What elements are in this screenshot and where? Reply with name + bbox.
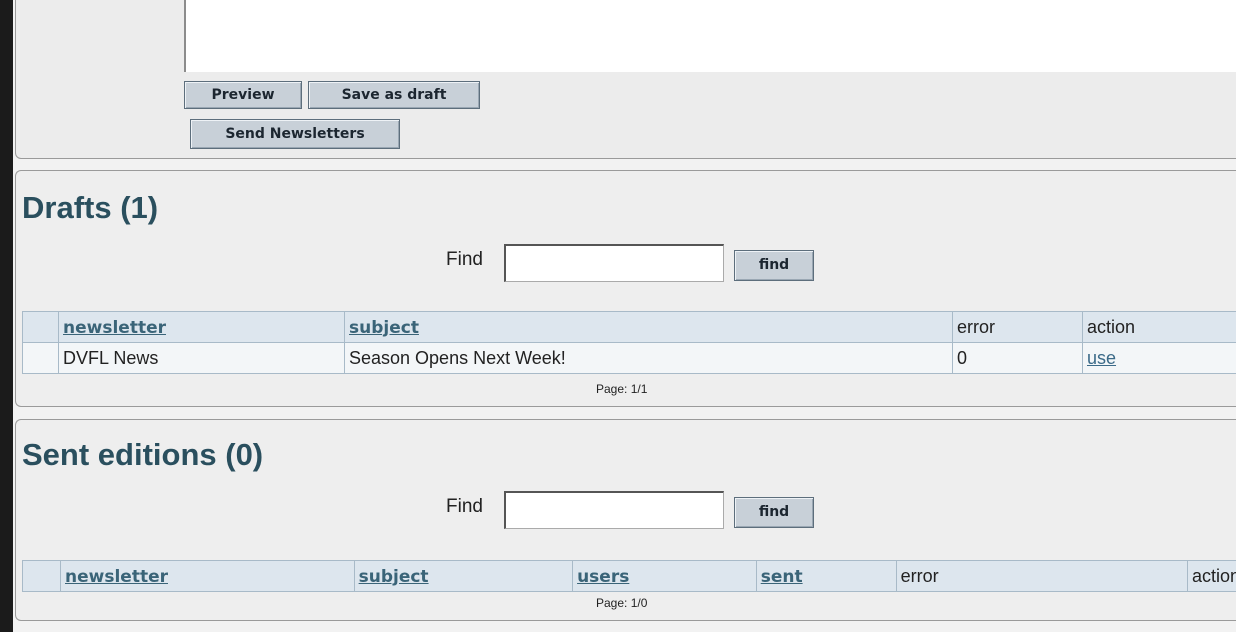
drafts-pager: Page: 1/1	[596, 382, 648, 396]
drafts-title: Drafts (1)	[22, 190, 159, 225]
sort-subject-link[interactable]: subject	[349, 318, 419, 338]
send-newsletters-button[interactable]: Send Newsletters	[190, 119, 400, 149]
column-header-action: action	[1186, 560, 1236, 592]
save-as-draft-button[interactable]: Save as draft	[308, 81, 480, 109]
sent-header-row: newsletter subject users sent error acti…	[21, 560, 1236, 592]
column-header-subject: subject	[353, 560, 574, 592]
preview-button[interactable]: Preview	[184, 81, 302, 109]
select-column-header	[22, 311, 59, 343]
newsletter-editor-section: Preview Save as draft Send Newsletters	[15, 0, 1236, 159]
sort-sent-link[interactable]: sent	[761, 567, 803, 587]
sent-editions-table: newsletter subject users sent error acti…	[21, 560, 1236, 592]
row-select-cell	[22, 342, 59, 374]
page: Preview Save as draft Send Newsletters D…	[13, 0, 1236, 632]
column-header-users: users	[572, 560, 757, 592]
column-header-error: error	[895, 560, 1188, 592]
drafts-find-label: Find	[446, 249, 483, 270]
cell-newsletter: DVFL News	[58, 342, 345, 374]
sort-subject-link[interactable]: subject	[359, 567, 429, 587]
cell-error: 0	[952, 342, 1083, 374]
sent-editions-title: Sent editions (0)	[22, 437, 264, 472]
column-header-subject: subject	[344, 311, 953, 343]
use-draft-link[interactable]: use	[1087, 348, 1116, 368]
column-header-sent: sent	[755, 560, 897, 592]
newsletter-body-textarea[interactable]	[184, 0, 1236, 72]
sent-pager: Page: 1/0	[596, 596, 648, 610]
select-column-header	[21, 560, 62, 592]
sort-newsletter-link[interactable]: newsletter	[65, 567, 168, 587]
sent-search-input[interactable]	[504, 491, 724, 529]
cell-subject: Season Opens Next Week!	[344, 342, 953, 374]
cell-action: use	[1082, 342, 1236, 374]
column-header-newsletter: newsletter	[58, 311, 345, 343]
drafts-table: newsletter subject error action DVFL New…	[22, 311, 1236, 374]
column-header-newsletter: newsletter	[60, 560, 355, 592]
window-edge	[0, 0, 13, 632]
drafts-panel: Drafts (1) Find find newsletter subject …	[15, 170, 1236, 407]
sent-find-button[interactable]: find	[734, 497, 814, 528]
drafts-header-row: newsletter subject error action	[22, 311, 1236, 343]
sent-editions-panel: Sent editions (0) Find find newsletter s…	[15, 419, 1236, 621]
column-header-action: action	[1082, 311, 1236, 343]
sort-users-link[interactable]: users	[577, 567, 629, 587]
sort-newsletter-link[interactable]: newsletter	[63, 318, 166, 338]
drafts-find-button[interactable]: find	[734, 250, 814, 281]
table-row: DVFL News Season Opens Next Week! 0 use	[22, 342, 1236, 374]
sent-find-label: Find	[446, 496, 483, 517]
column-header-error: error	[952, 311, 1083, 343]
drafts-search-input[interactable]	[504, 244, 724, 282]
